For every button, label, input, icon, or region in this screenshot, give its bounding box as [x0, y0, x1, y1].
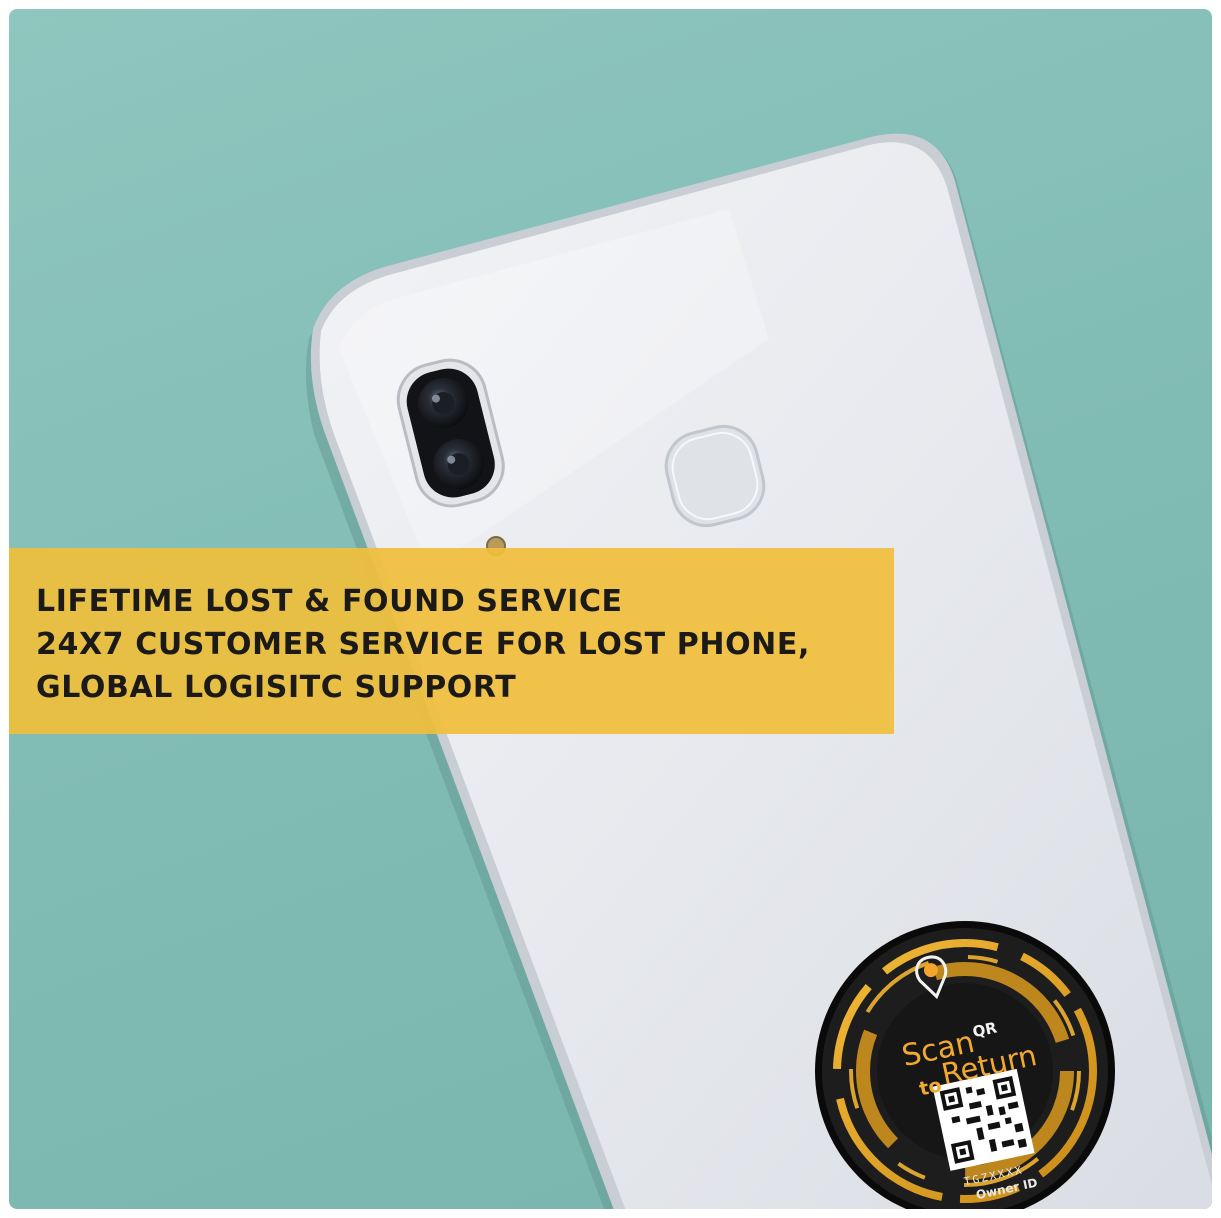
- feature-banner: LIFETIME LOST & FOUND SERVICE 24X7 CUSTO…: [9, 548, 894, 734]
- banner-line: LIFETIME LOST & FOUND SERVICE: [36, 584, 623, 619]
- banner-line: GLOBAL LOGISITC SUPPORT: [36, 670, 517, 705]
- photo-frame: Scan QR to Return TGZXXXX Owner ID LIFET…: [9, 9, 1212, 1209]
- banner-text: LIFETIME LOST & FOUND SERVICE 24X7 CUSTO…: [36, 580, 810, 709]
- sticker-qr-label: QR: [971, 1018, 999, 1041]
- banner-line: 24X7 CUSTOMER SERVICE FOR LOST PHONE,: [36, 627, 810, 662]
- sticker-to-label: to: [917, 1074, 943, 1100]
